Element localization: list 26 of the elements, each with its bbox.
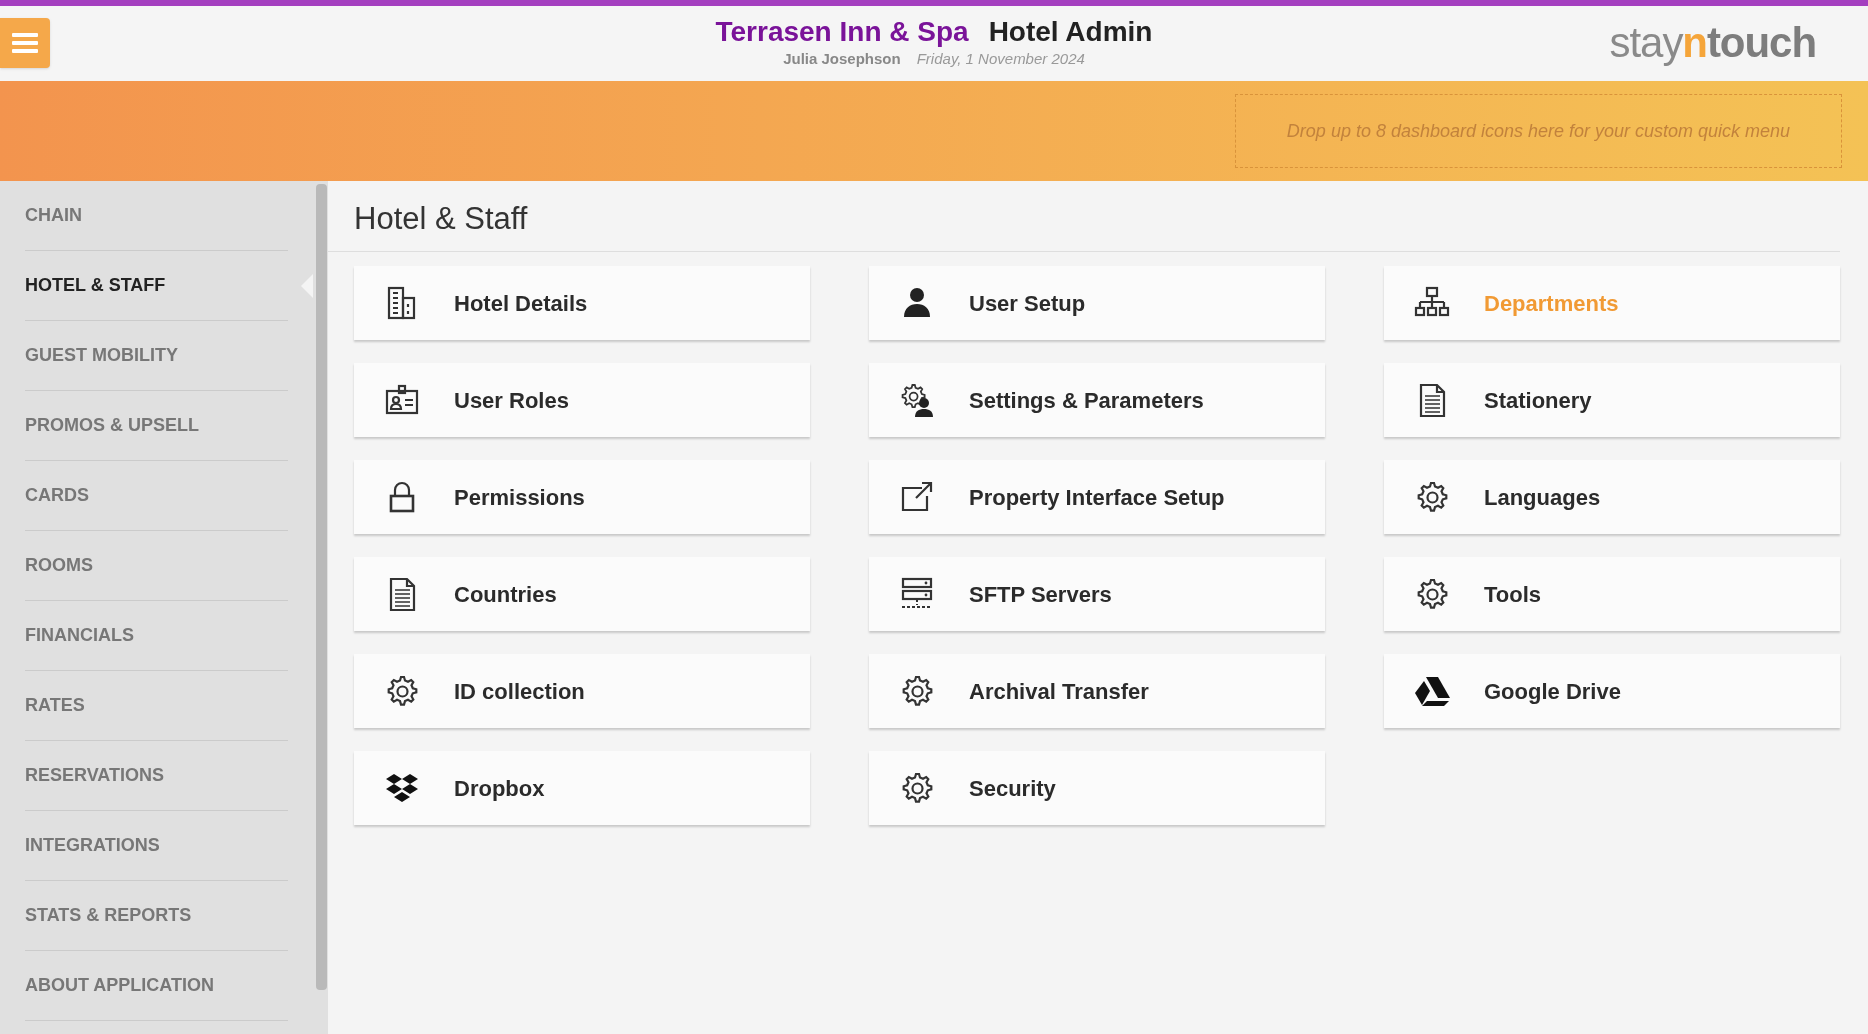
property-name: Terrasen Inn & Spa: [715, 16, 969, 49]
settings-tile[interactable]: ID collection: [354, 654, 810, 728]
settings-tile[interactable]: Languages: [1384, 460, 1840, 534]
menu-icon: [12, 32, 38, 54]
app-title: Hotel Admin: [988, 16, 1153, 49]
settings-tile[interactable]: User Setup: [869, 266, 1325, 340]
settings-tile[interactable]: Hotel Details: [354, 266, 810, 340]
settings-tile[interactable]: User Roles: [354, 363, 810, 437]
settings-tile[interactable]: Settings & Parameters: [869, 363, 1325, 437]
settings-tile[interactable]: Tools: [1384, 557, 1840, 631]
settings-tile[interactable]: Google Drive: [1384, 654, 1840, 728]
settings-tile[interactable]: Dropbox: [354, 751, 810, 825]
settings-tile[interactable]: Property Interface Setup: [869, 460, 1325, 534]
settings-tile[interactable]: SFTP Servers: [869, 557, 1325, 631]
sidebar-item[interactable]: HOTEL & STAFF: [25, 272, 166, 299]
settings-tile[interactable]: Security: [869, 751, 1325, 825]
settings-tile[interactable]: Permissions: [354, 460, 810, 534]
settings-tile[interactable]: Archival Transfer: [869, 654, 1325, 728]
user-name: Julia Josephson: [783, 49, 901, 70]
current-date: Friday, 1 November 2024: [916, 49, 1085, 70]
settings-tile[interactable]: Stationery: [1384, 363, 1840, 437]
menu-button[interactable]: [0, 18, 50, 68]
scrollbar[interactable]: [316, 184, 327, 990]
logo: stayntouch: [1609, 20, 1816, 66]
page-title: Hotel & Staff: [354, 200, 529, 238]
settings-tile[interactable]: Countries: [354, 557, 810, 631]
